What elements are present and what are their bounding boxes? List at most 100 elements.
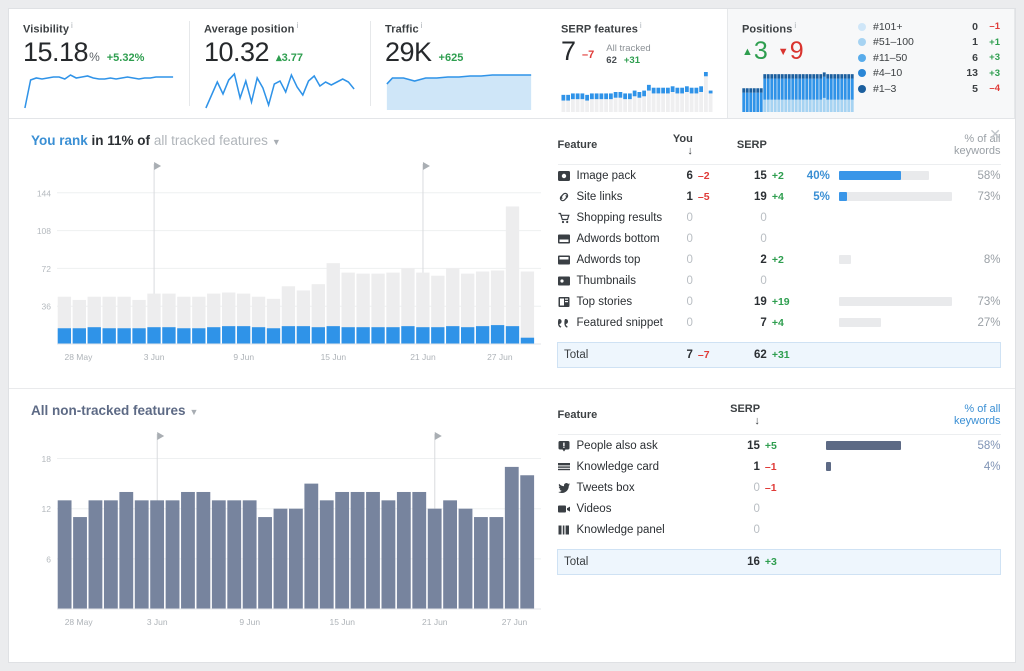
you-percent	[797, 207, 839, 228]
table-row[interactable]: Shopping results 0 0	[558, 207, 1001, 228]
serp-delta: +4	[771, 190, 784, 203]
feature-cell: Videos	[557, 498, 717, 519]
all-percent: 4%	[983, 460, 1001, 473]
kpi-card-visibility[interactable]: Visibility i 15.18 % +5.32%	[9, 9, 189, 118]
table-row[interactable]: Site links 1 –5 19 +4 5% 73%	[558, 186, 1001, 207]
serp-delta: –1	[764, 460, 777, 473]
total-row: Total 7 –7 62 +31	[556, 342, 1002, 368]
non-tracked-dropdown[interactable]: All non-tracked features	[31, 403, 186, 418]
feature-label: Knowledge card	[576, 460, 659, 473]
you-percent	[797, 291, 839, 312]
info-icon[interactable]: i	[421, 21, 423, 30]
share-bar	[838, 249, 954, 270]
you-value: 0	[686, 211, 693, 224]
positions-up: ▲3	[742, 36, 768, 65]
total-you: 7	[664, 342, 693, 368]
svg-text:15 Jun: 15 Jun	[321, 352, 347, 362]
average-position-delta: ▴3.77	[276, 51, 304, 64]
serp-features-delta: –7	[582, 48, 595, 61]
share-bar	[838, 291, 954, 312]
you-percent: 5%	[813, 190, 830, 203]
total-serp: 16	[716, 549, 760, 575]
table-row[interactable]: People also ask 15 +5 58%	[558, 435, 1001, 457]
chevron-down-icon[interactable]: ▼	[272, 137, 281, 147]
table-row[interactable]: Thumbnails 0 0	[557, 270, 1001, 291]
chevron-down-icon[interactable]: ▼	[190, 407, 199, 417]
you-delta: –5	[697, 190, 710, 203]
kpi-card-average-position[interactable]: Average position i 10.32 ▴3.77	[190, 9, 370, 118]
col-serp[interactable]: SERP	[722, 133, 767, 165]
table-row[interactable]: Adwords bottom 0 0	[557, 228, 1001, 249]
visibility-value: 15.18	[23, 36, 89, 67]
serp-features-value: 7	[561, 35, 577, 66]
col-feature: Feature	[557, 133, 665, 165]
legend-delta: –4	[989, 83, 1000, 95]
legend-count: 13	[966, 67, 978, 80]
you-value: 0	[686, 232, 693, 245]
col-you[interactable]: You ↓	[664, 133, 693, 165]
share-bar	[839, 270, 954, 291]
traffic-delta: +625	[438, 51, 464, 64]
col-pct[interactable]: % of all keywords	[954, 403, 1001, 435]
tracked-chart-panel: You rank in 11% of all tracked features ▼…	[9, 119, 549, 388]
table-row[interactable]: Knowledge panel 0	[558, 519, 1001, 540]
legend-dot-icon	[858, 22, 866, 31]
kpi-strip: Visibility i 15.18 % +5.32% Average posit…	[9, 9, 1015, 119]
svg-text:9 Jun: 9 Jun	[239, 617, 260, 627]
positions-title: Positions i	[742, 21, 797, 36]
you-delta: –2	[697, 169, 710, 182]
info-icon[interactable]: i	[71, 21, 73, 30]
legend-row: #51–100 1 +1	[858, 35, 1000, 51]
kpi-card-serp-features[interactable]: SERP features i 7 –7 All tracked 62 +31	[547, 9, 727, 118]
info-icon[interactable]: i	[296, 21, 298, 30]
info-icon[interactable]: i	[640, 21, 642, 30]
table-row[interactable]: Videos 0	[557, 498, 1001, 519]
tracked-features-dropdown[interactable]: all tracked features	[154, 133, 268, 148]
table-row[interactable]: Adwords top 0 2 +2 8%	[557, 249, 1001, 270]
table-row[interactable]: Image pack 6 –2 15 +2 40% 58%	[557, 165, 1001, 187]
nontracked-heading: All non-tracked features ▼	[9, 403, 549, 418]
total-serp: 62	[722, 342, 767, 368]
table-header-row: Feature SERP ↓ % of all keywords	[557, 403, 1001, 435]
table-row[interactable]: Featured snippet 0 7 +4 27%	[557, 312, 1001, 333]
visibility-unit: %	[89, 49, 100, 64]
feature-label: Thumbnails	[576, 274, 636, 287]
feature-label: Site links	[576, 190, 623, 203]
visibility-title: Visibility i	[23, 21, 73, 36]
feature-label: Adwords top	[576, 253, 641, 266]
feature-cell: People also ask	[558, 435, 717, 457]
table-row[interactable]: Knowledge card 1 –1 4%	[557, 456, 1001, 477]
positions-down: ▼9	[777, 36, 804, 65]
kpi-card-positions[interactable]: Positions i ▲3 ▼9	[728, 9, 854, 118]
table-row[interactable]: Tweets box 0 –1	[557, 477, 1001, 498]
you-percent	[797, 270, 839, 291]
share-bar	[839, 207, 954, 228]
you-value: 0	[686, 316, 693, 329]
legend-label: #51–100	[873, 36, 914, 49]
table-row[interactable]: Top stories 0 19 +19 73%	[558, 291, 1001, 312]
legend-delta: –1	[989, 21, 1000, 33]
kpi-card-traffic[interactable]: Traffic i 29K +625	[371, 9, 547, 118]
col-serp[interactable]: SERP ↓	[716, 403, 760, 435]
svg-text:21 Jun: 21 Jun	[410, 352, 436, 362]
you-percent	[797, 228, 839, 249]
all-tracked-delta: +31	[623, 55, 640, 67]
you-delta	[693, 270, 723, 291]
traffic-sparkline	[386, 74, 532, 110]
feature-cell: Knowledge card	[557, 456, 717, 477]
serp-value: 19	[754, 295, 767, 308]
svg-text:3 Jun: 3 Jun	[147, 617, 168, 627]
total-you-delta: –7	[692, 342, 723, 368]
nontracked-table-panel: Feature SERP ↓ % of all keywords People …	[549, 389, 1015, 648]
you-value: 0	[686, 274, 693, 287]
spacer	[558, 333, 1001, 343]
close-icon[interactable]: ✕	[989, 127, 1001, 141]
legend-dot-icon	[858, 38, 866, 47]
site-links-icon	[558, 191, 570, 203]
all-tracked-values: 62 +31	[606, 55, 650, 68]
all-percent	[954, 207, 1000, 228]
videos-icon	[557, 503, 570, 515]
info-icon[interactable]: i	[794, 21, 796, 30]
serp-features-value-row: 7 –7 All tracked 62 +31	[561, 35, 713, 69]
svg-text:27 Jun: 27 Jun	[487, 352, 513, 362]
